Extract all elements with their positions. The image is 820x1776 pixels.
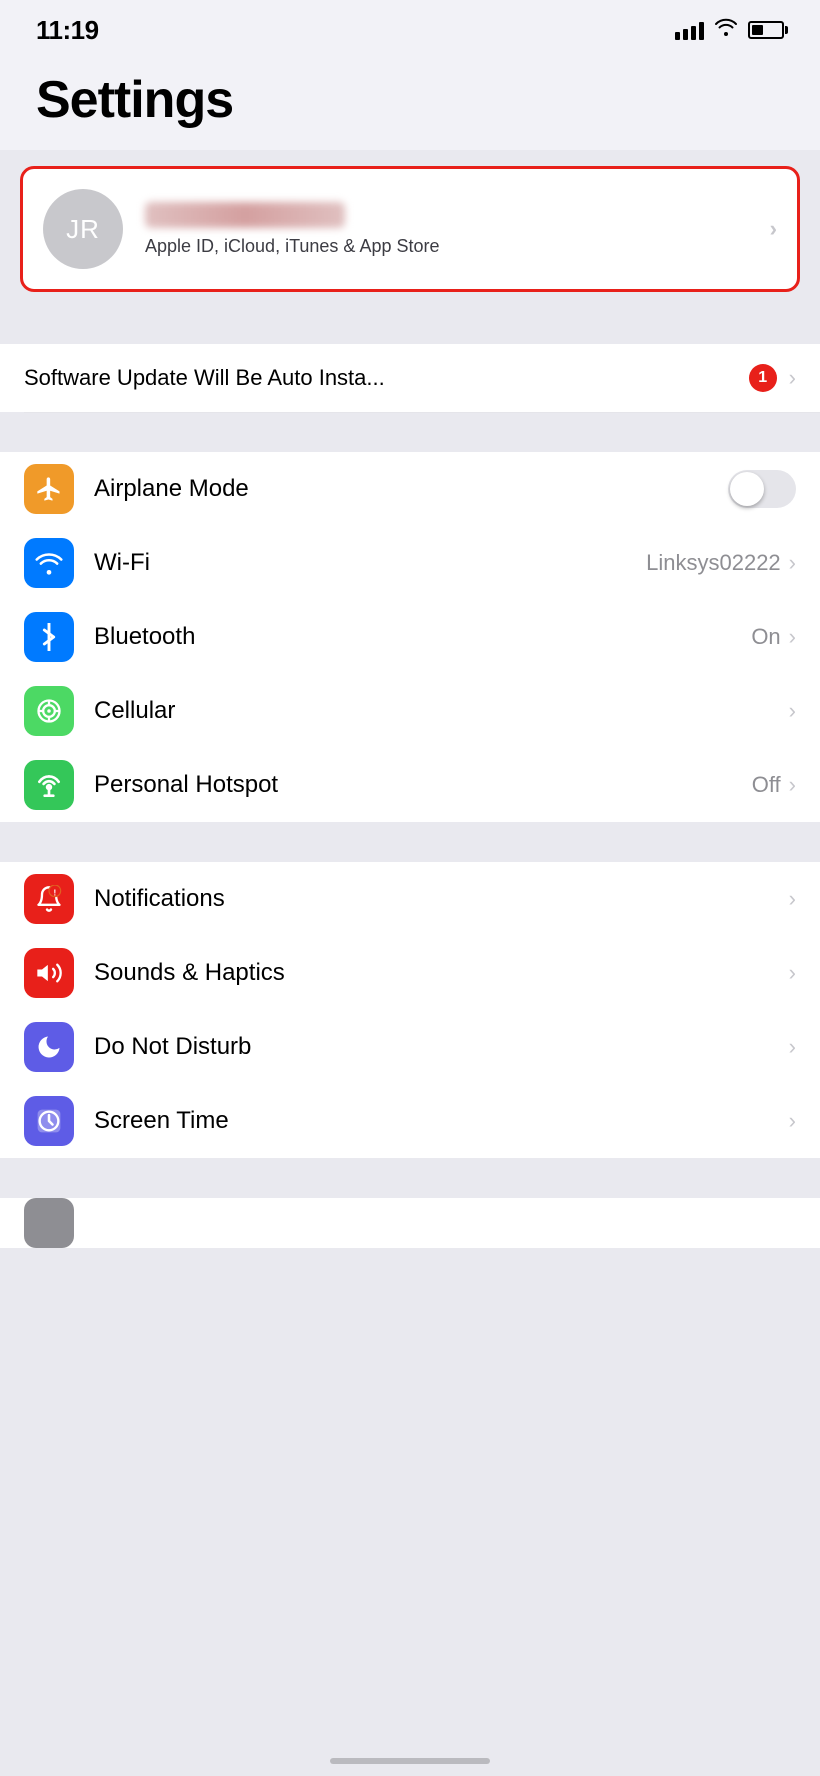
airplane-mode-toggle[interactable] [728, 470, 796, 508]
avatar: JR [43, 189, 123, 269]
airplane-icon [24, 464, 74, 514]
update-banner: Software Update Will Be Auto Insta... 1 … [0, 344, 820, 412]
gap-3 [0, 822, 820, 862]
wifi-settings-icon [24, 538, 74, 588]
hotspot-row[interactable]: Personal Hotspot Off › [0, 748, 820, 822]
notifications-chevron: › [789, 886, 796, 912]
sounds-row[interactable]: Sounds & Haptics › [0, 936, 820, 1010]
cellular-label: Cellular [94, 697, 789, 725]
gap-4 [0, 1158, 820, 1198]
screentime-chevron: › [789, 1108, 796, 1134]
status-time: 11:19 [36, 15, 99, 46]
donotdisturb-chevron: › [789, 1034, 796, 1060]
airplane-mode-label: Airplane Mode [94, 475, 728, 503]
update-chevron: › [789, 365, 796, 391]
profile-info: Apple ID, iCloud, iTunes & App Store [145, 202, 770, 257]
hotspot-label: Personal Hotspot [94, 771, 752, 799]
donotdisturb-icon [24, 1022, 74, 1072]
wifi-row[interactable]: Wi-Fi Linksys02222 › [0, 526, 820, 600]
signal-icon [675, 20, 704, 40]
bluetooth-row[interactable]: Bluetooth On › [0, 600, 820, 674]
gap-2 [0, 412, 820, 452]
status-bar: 11:19 [0, 0, 820, 60]
wifi-chevron: › [789, 550, 796, 576]
sounds-chevron: › [789, 960, 796, 986]
hotspot-value: Off [752, 772, 781, 798]
wifi-status-icon [714, 18, 738, 42]
wifi-value: Linksys02222 [646, 550, 781, 576]
cellular-row[interactable]: Cellular › [0, 674, 820, 748]
system-settings-group: ! Notifications › Sounds & Haptics › Do … [0, 862, 820, 1158]
network-settings-group: Airplane Mode Wi-Fi Linksys02222 › Bluet… [0, 452, 820, 822]
page-title: Settings [36, 70, 784, 130]
svg-text:!: ! [53, 889, 56, 898]
sounds-label: Sounds & Haptics [94, 959, 789, 987]
bluetooth-value: On [751, 624, 780, 650]
profile-name-blurred [145, 202, 345, 228]
hotspot-icon [24, 760, 74, 810]
partial-icon [24, 1198, 74, 1248]
bluetooth-icon [24, 612, 74, 662]
status-icons [675, 18, 784, 42]
screentime-label: Screen Time [94, 1107, 789, 1135]
donotdisturb-label: Do Not Disturb [94, 1033, 789, 1061]
wifi-label: Wi-Fi [94, 549, 646, 577]
home-indicator [330, 1758, 490, 1764]
profile-subtitle: Apple ID, iCloud, iTunes & App Store [145, 236, 440, 256]
notifications-label: Notifications [94, 885, 789, 913]
screentime-row[interactable]: Screen Time › [0, 1084, 820, 1158]
profile-chevron: › [770, 216, 777, 242]
page-title-area: Settings [0, 60, 820, 150]
notifications-icon: ! [24, 874, 74, 924]
profile-cell[interactable]: JR Apple ID, iCloud, iTunes & App Store … [20, 166, 800, 292]
update-badge: 1 [749, 364, 777, 392]
bottom-partial-row [0, 1198, 820, 1248]
cellular-chevron: › [789, 698, 796, 724]
hotspot-chevron: › [789, 772, 796, 798]
sounds-icon [24, 948, 74, 998]
battery-status-icon [748, 21, 784, 39]
avatar-initials: JR [66, 214, 100, 245]
screentime-icon [24, 1096, 74, 1146]
donotdisturb-row[interactable]: Do Not Disturb › [0, 1010, 820, 1084]
bluetooth-chevron: › [789, 624, 796, 650]
update-label: Software Update Will Be Auto Insta... [24, 365, 749, 391]
airplane-mode-row[interactable]: Airplane Mode [0, 452, 820, 526]
cellular-icon [24, 686, 74, 736]
notifications-row[interactable]: ! Notifications › [0, 862, 820, 936]
gap-1 [0, 308, 820, 328]
bluetooth-label: Bluetooth [94, 623, 751, 651]
update-row[interactable]: Software Update Will Be Auto Insta... 1 … [0, 344, 820, 412]
